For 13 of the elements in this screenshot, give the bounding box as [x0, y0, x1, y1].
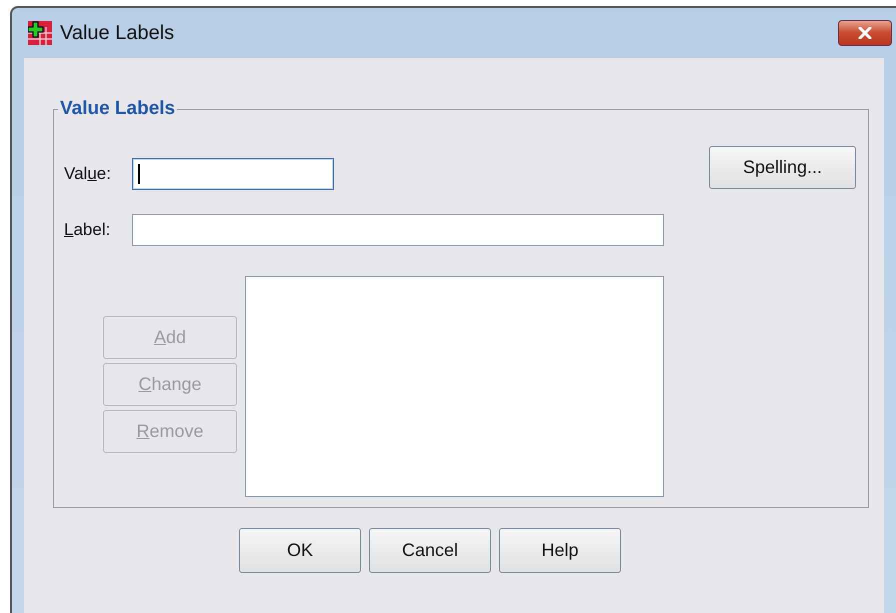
dialog-button[interactable]: Help	[499, 528, 621, 573]
input-field[interactable]	[132, 214, 664, 246]
spelling-button[interactable]: Spelling...	[709, 146, 856, 189]
field-label: Value:	[64, 164, 112, 184]
group-title: Value Labels	[59, 98, 176, 120]
dialog-button[interactable]: Cancel	[369, 528, 491, 573]
input-field[interactable]	[132, 158, 334, 190]
window-title: Value Labels	[60, 22, 176, 44]
close-button[interactable]	[838, 20, 892, 46]
field-label: Label:	[64, 220, 112, 240]
grid-plus-icon	[28, 21, 52, 45]
close-icon	[857, 27, 873, 39]
dialog-button[interactable]: OK	[239, 528, 361, 573]
